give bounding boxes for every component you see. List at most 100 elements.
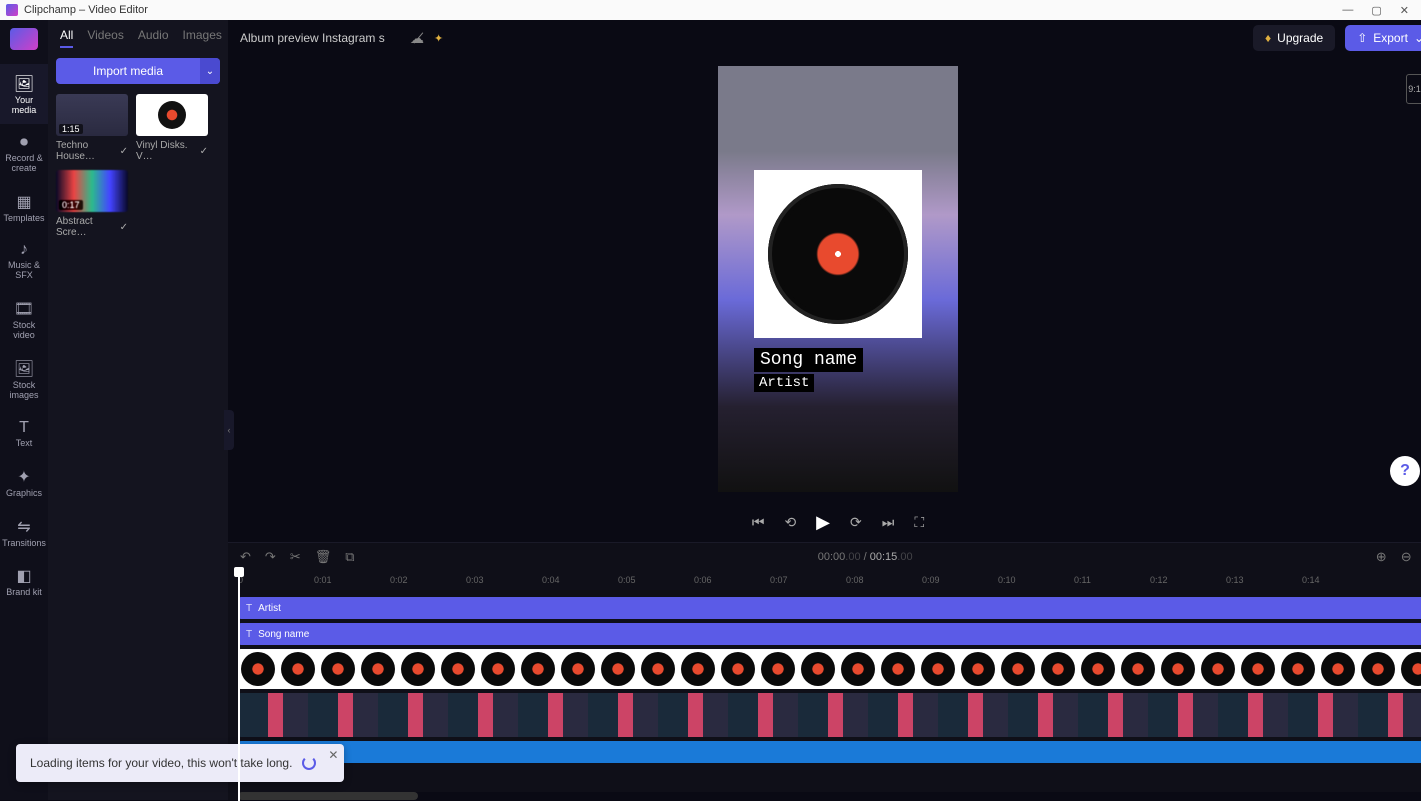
media-thumb-audio: 1:15 [56, 94, 128, 136]
toast-close-button[interactable]: ✕ [328, 748, 338, 762]
zoom-in-button[interactable]: ⊕ [1376, 549, 1387, 565]
duplicate-button[interactable]: ⧉ [345, 549, 354, 565]
ruler-tick: 0:10 [998, 575, 1016, 585]
nav-stock-images[interactable]: 🖼Stock images [0, 349, 48, 409]
transitions-icon: ⇋ [2, 517, 46, 537]
redo-button[interactable]: ↷ [265, 549, 276, 565]
tab-videos[interactable]: Videos [87, 28, 123, 48]
ruler-tick: 0:08 [846, 575, 864, 585]
left-nav: 🖼Your media ⏺Record & create ▦Templates … [0, 20, 48, 800]
tab-all[interactable]: All [60, 28, 73, 48]
track-frame [638, 649, 678, 689]
zoom-out-button[interactable]: ⊖ [1401, 549, 1412, 565]
ruler-tick: 0:11 [1074, 575, 1091, 585]
ruler-tick: 0:06 [694, 575, 712, 585]
track-frame [718, 649, 758, 689]
track-frame [598, 649, 638, 689]
cloud-sync-off-icon[interactable]: ☁̸ [410, 30, 424, 47]
nav-record-create[interactable]: ⏺Record & create [0, 124, 48, 182]
graphics-icon: ✦ [2, 467, 46, 487]
timecode: 00:00.00 / 00:15.00 [369, 551, 1362, 563]
text-icon: T [2, 419, 46, 437]
ruler-tick: 0:03 [466, 575, 484, 585]
playhead[interactable] [238, 571, 240, 801]
delete-button[interactable]: 🗑 [315, 549, 332, 565]
app-logo-icon [6, 4, 18, 16]
brand-icon[interactable] [10, 28, 38, 50]
help-button[interactable]: ? [1390, 456, 1420, 486]
nav-graphics[interactable]: ✦Graphics [0, 457, 48, 507]
tab-audio[interactable]: Audio [138, 28, 169, 48]
media-item[interactable]: 0:17 Abstract Scre…✓ [56, 170, 128, 238]
track-frame [1078, 649, 1118, 689]
media-grid: 1:15 Techno House…✓ Vinyl Disks. V…✓ 0:1… [56, 94, 220, 238]
media-item-name: Abstract Scre… [56, 216, 120, 238]
record-icon: ⏺ [2, 134, 46, 152]
nav-templates[interactable]: ▦Templates [0, 182, 48, 232]
media-thumb-image [136, 94, 208, 136]
media-item[interactable]: 1:15 Techno House…✓ [56, 94, 128, 162]
nav-music-sfx[interactable]: ♪Music & SFX [0, 231, 48, 289]
preview-stage: Song name Artist 9:16 ? [228, 56, 1421, 502]
play-button[interactable]: ▶ [816, 512, 830, 533]
timeline-tracks: TArtist TSong name ♪House Loop [228, 593, 1421, 790]
export-button[interactable]: ⇧Export⌄ [1345, 25, 1421, 51]
scrollbar-thumb[interactable] [238, 792, 418, 800]
check-icon: ✓ [120, 222, 128, 233]
track-text-artist[interactable]: TArtist [238, 597, 1421, 619]
fullscreen-button[interactable]: ⛶ [914, 514, 924, 531]
track-frame [398, 649, 438, 689]
track-text-songname[interactable]: TSong name [238, 623, 1421, 645]
nav-brand-kit[interactable]: ◧Brand kit [0, 556, 48, 606]
track-frame [798, 649, 838, 689]
brand-kit-icon: ◧ [2, 566, 46, 586]
spinner-icon [302, 756, 316, 770]
rewind-button[interactable]: ⟲ [784, 514, 796, 531]
timeline-scrollbar[interactable] [238, 792, 1421, 800]
import-media-label: Import media [56, 58, 200, 84]
aspect-ratio-button[interactable]: 9:16 [1406, 74, 1421, 104]
nav-stock-video[interactable]: 🎞Stock video [0, 289, 48, 349]
track-frame [478, 649, 518, 689]
track-frame [838, 649, 878, 689]
undo-button[interactable]: ↶ [240, 549, 251, 565]
timeline-ruler[interactable]: 00:010:020:030:040:050:060:070:080:090:1… [238, 571, 1421, 593]
nav-text[interactable]: TText [0, 409, 48, 457]
window-maximize-button[interactable]: ▢ [1371, 4, 1381, 17]
track-frame [998, 649, 1038, 689]
import-media-button[interactable]: Import media ⌄ [56, 58, 220, 84]
track-video-abstract[interactable] [238, 693, 1421, 737]
import-media-dropdown[interactable]: ⌄ [200, 58, 220, 84]
track-audio-house-loop[interactable]: ♪House Loop [238, 741, 1421, 763]
track-frame [238, 649, 278, 689]
ruler-tick: 0:13 [1226, 575, 1244, 585]
track-video-vinyl[interactable] [238, 649, 1421, 689]
media-item-name: Techno House… [56, 140, 120, 162]
window-title: Clipchamp – Video Editor [24, 4, 148, 16]
media-item[interactable]: Vinyl Disks. V…✓ [136, 94, 208, 162]
split-button[interactable]: ✂ [290, 549, 301, 565]
check-icon: ✓ [200, 146, 208, 157]
skip-forward-button[interactable]: ⏭ [882, 514, 895, 531]
nav-transitions[interactable]: ⇋Transitions [0, 507, 48, 557]
project-name-input[interactable]: Album preview Instagram s [240, 31, 400, 45]
nav-your-media[interactable]: 🖼Your media [0, 64, 48, 124]
forward-button[interactable]: ⟳ [850, 514, 862, 531]
stock-images-icon: 🖼 [2, 359, 46, 379]
upgrade-button[interactable]: ♦Upgrade [1253, 25, 1335, 51]
window-minimize-button[interactable]: — [1342, 4, 1353, 17]
track-frame [358, 649, 398, 689]
check-icon: ✓ [120, 146, 128, 157]
timeline-toolbar: ↶ ↷ ✂ 🗑 ⧉ 00:00.00 / 00:15.00 ⊕ ⊖ ⤢ [228, 543, 1421, 571]
skip-back-button[interactable]: ⏮ [752, 514, 765, 531]
stock-video-icon: 🎞 [2, 299, 46, 319]
track-frame [438, 649, 478, 689]
track-frame [758, 649, 798, 689]
tab-images[interactable]: Images [183, 28, 222, 48]
track-frame [1198, 649, 1238, 689]
window-close-button[interactable]: ✕ [1400, 4, 1409, 17]
track-frame [918, 649, 958, 689]
track-frame [1318, 649, 1358, 689]
chevron-down-icon: ⌄ [1414, 31, 1421, 45]
preview-canvas[interactable]: Song name Artist [718, 66, 958, 492]
